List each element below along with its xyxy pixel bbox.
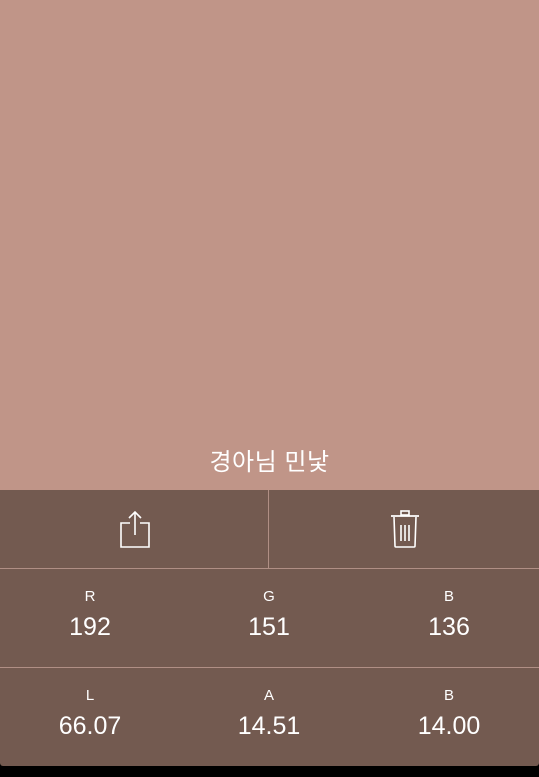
rgb-green-label: G xyxy=(263,588,275,605)
share-icon xyxy=(118,509,152,549)
rgb-row: R 192 G 151 B 136 xyxy=(0,569,539,667)
share-button[interactable] xyxy=(0,490,269,568)
rgb-red-cell: R 192 xyxy=(0,569,180,667)
lab-row: L 66.07 A 14.51 B 14.00 xyxy=(0,668,539,766)
color-detail-screen: 경아님 민낯 R 192 G 151 B 136 L 66.07 A 14.51… xyxy=(0,0,539,777)
color-swatch xyxy=(0,0,539,490)
lab-b-value: 14.00 xyxy=(417,712,481,740)
lab-b-cell: B 14.00 xyxy=(359,668,539,766)
color-info-panel: R 192 G 151 B 136 L 66.07 A 14.51 B 14.0… xyxy=(0,490,539,766)
delete-button[interactable] xyxy=(270,490,539,568)
action-divider xyxy=(268,490,269,568)
rgb-blue-value: 136 xyxy=(428,613,470,641)
lab-a-cell: A 14.51 xyxy=(179,668,359,766)
rgb-blue-label: B xyxy=(443,588,454,605)
lab-l-value: 66.07 xyxy=(58,712,122,740)
action-row xyxy=(0,490,539,568)
lab-b-label: B xyxy=(443,687,454,704)
rgb-red-label: R xyxy=(84,588,96,605)
trash-icon xyxy=(389,509,421,549)
color-name-title: 경아님 민낯 xyxy=(209,449,330,476)
lab-l-cell: L 66.07 xyxy=(0,668,180,766)
lab-a-value: 14.51 xyxy=(237,712,301,740)
rgb-green-value: 151 xyxy=(248,613,290,641)
rgb-red-value: 192 xyxy=(69,613,111,641)
rgb-green-cell: G 151 xyxy=(179,569,359,667)
rgb-blue-cell: B 136 xyxy=(359,569,539,667)
lab-l-label: L xyxy=(85,687,95,704)
lab-a-label: A xyxy=(263,687,274,704)
